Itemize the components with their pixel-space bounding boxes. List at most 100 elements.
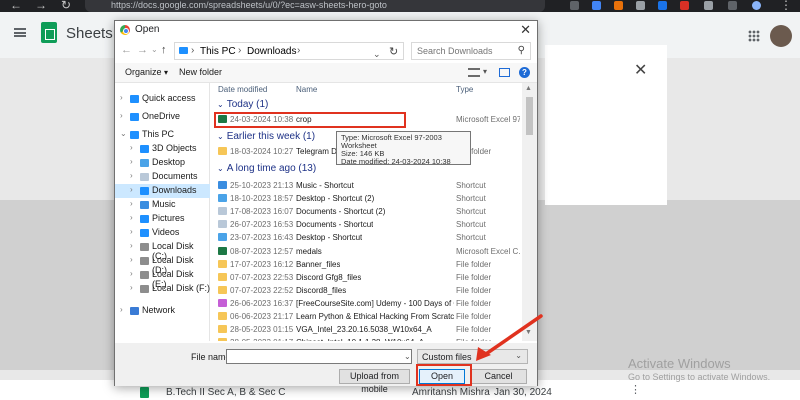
organize-menu[interactable]: Organize ▾ — [125, 67, 168, 77]
file-row[interactable]: 17-07-2023 16:12 Banner_files File folder — [215, 258, 521, 271]
forward-icon[interactable]: → — [35, 0, 47, 11]
sidebar-item-desktop[interactable]: › Desktop — [115, 156, 210, 170]
chevron-right-icon[interactable]: › — [120, 93, 123, 102]
chevron-down-icon[interactable]: ⌄ — [120, 129, 127, 138]
sidebar-toggle-icon[interactable] — [728, 1, 737, 10]
chevron-right-icon[interactable]: › — [130, 143, 133, 152]
back-icon[interactable]: ← — [10, 0, 22, 11]
file-row[interactable]: 28-05-2023 01:17Chipset_Intel_10.1.1.38_… — [215, 336, 521, 341]
file-type-select[interactable]: Custom files ⌄ — [417, 349, 528, 364]
avatar[interactable] — [770, 25, 792, 47]
sidebar-item-local-disk-f[interactable]: › Local Disk (F:) — [115, 282, 210, 296]
chevron-right-icon[interactable]: › — [130, 255, 133, 264]
vertical-scrollbar[interactable]: ▲ ▼ — [522, 83, 537, 341]
path-breadcrumb[interactable]: › This PC › Downloads › ⌄ — [174, 42, 404, 60]
address-bar[interactable]: https://docs.google.com/spreadsheets/u/0… — [85, 0, 545, 12]
chevron-down-icon[interactable]: ⌄ — [373, 49, 381, 60]
extension-icon[interactable] — [680, 1, 689, 10]
column-name[interactable]: Name — [296, 85, 317, 94]
profile-icon[interactable] — [752, 1, 761, 10]
file-row[interactable]: 28-05-2023 01:15 VGA_Intel_23.20.16.5038_… — [215, 323, 521, 336]
file-row[interactable]: 17-08-2023 16:07 Documents - Shortcut (2)… — [215, 205, 521, 218]
sidebar-item-onedrive[interactable]: › OneDrive — [115, 110, 210, 124]
extensions-puzzle-icon[interactable] — [704, 1, 713, 10]
extension-icon[interactable] — [592, 1, 601, 10]
scroll-up-icon[interactable]: ▲ — [525, 85, 532, 92]
recent-file-name[interactable]: B.Tech II Sec A, B & Sec C — [166, 387, 286, 398]
chevron-right-icon[interactable]: › — [130, 185, 133, 194]
group-today[interactable]: ⌄ Today (1) — [217, 99, 268, 110]
sidebar-item-music[interactable]: › Music — [115, 198, 210, 212]
sidebar-item-videos[interactable]: › Videos — [115, 226, 210, 240]
chevron-down-icon[interactable]: ⌄ — [404, 352, 411, 361]
view-options-icon[interactable] — [468, 68, 480, 77]
preview-pane-icon[interactable] — [499, 68, 510, 77]
sidebar-item-pictures[interactable]: › Pictures — [115, 212, 210, 226]
sidebar-item-local-disk-d[interactable]: › Local Disk (D:) — [115, 254, 210, 275]
sidebar-item-local-disk-e[interactable]: › Local Disk (E:) — [115, 268, 210, 289]
breadcrumb-item[interactable]: This PC — [200, 46, 236, 57]
scroll-down-icon[interactable]: ▼ — [525, 329, 532, 336]
chevron-down-icon: ⌄ — [217, 100, 224, 109]
chevron-right-icon[interactable]: › — [130, 269, 133, 278]
file-row[interactable]: 07-07-2023 22:52 Discord8_files File folde… — [215, 284, 521, 297]
main-menu-icon[interactable] — [14, 28, 26, 37]
chevron-right-icon[interactable]: › — [130, 213, 133, 222]
chevron-right-icon[interactable]: › — [130, 157, 133, 166]
scroll-thumb[interactable] — [526, 97, 533, 135]
group-earlier-this-week[interactable]: ⌄ Earlier this week (1) — [217, 131, 315, 142]
breadcrumb-item[interactable]: Downloads — [247, 46, 296, 57]
recent-locations-icon[interactable]: ⌄ — [151, 45, 158, 54]
search-box[interactable]: ⚲ — [411, 42, 531, 60]
chevron-right-icon[interactable]: › — [130, 241, 133, 250]
chevron-down-icon[interactable]: ▾ — [483, 67, 487, 76]
back-icon[interactable]: ← — [121, 44, 132, 56]
file-name-input[interactable] — [226, 349, 412, 364]
upload-from-mobile-button[interactable]: Upload from mobile — [339, 369, 410, 394]
cancel-button[interactable]: Cancel — [470, 369, 527, 384]
sidebar-item-documents[interactable]: › Documents — [115, 170, 210, 184]
group-long-time-ago[interactable]: ⌄ A long time ago (13) — [217, 163, 316, 174]
file-row[interactable]: 18-10-2023 18:57 Desktop - Shortcut (2) Sh… — [215, 192, 521, 205]
sidebar-item-this-pc[interactable]: ⌄ This PC — [115, 128, 210, 142]
file-row[interactable]: 26-07-2023 16:53 Documents - Shortcut Shor… — [215, 218, 521, 231]
activate-windows-subtitle: Go to Settings to activate Windows. — [628, 372, 771, 382]
column-date-modified[interactable]: Date modified — [218, 85, 267, 94]
file-row[interactable]: 23-07-2023 16:43 Desktop - Shortcut Shortc… — [215, 231, 521, 244]
chevron-right-icon[interactable]: › — [130, 227, 133, 236]
column-type[interactable]: Type — [456, 85, 473, 94]
new-folder-button[interactable]: New folder — [179, 67, 222, 77]
close-icon[interactable]: ✕ — [634, 60, 647, 80]
file-row[interactable]: 26-06-2023 16:37 [FreeCourseSite.com] Ude… — [215, 297, 521, 310]
more-options-icon[interactable]: ⋮ — [630, 383, 641, 396]
chevron-right-icon[interactable]: › — [130, 171, 133, 180]
sidebar-item-local-disk-c[interactable]: › Local Disk (C:) — [115, 240, 210, 261]
reload-icon[interactable]: ↻ — [61, 0, 71, 11]
extension-icon[interactable] — [614, 1, 623, 10]
sidebar-item-downloads[interactable]: › Downloads — [115, 184, 210, 198]
extension-icon[interactable] — [636, 1, 645, 10]
chevron-right-icon[interactable]: › — [120, 111, 123, 120]
chevron-right-icon[interactable]: › — [130, 283, 133, 292]
sidebar-item-3d-objects[interactable]: › 3D Objects — [115, 142, 210, 156]
close-icon[interactable]: ✕ — [520, 22, 531, 38]
sheets-logo-icon[interactable] — [41, 22, 57, 43]
search-input[interactable] — [412, 43, 512, 59]
refresh-icon[interactable]: ↻ — [389, 45, 398, 58]
google-apps-icon[interactable] — [748, 30, 760, 42]
extension-icon[interactable] — [570, 1, 579, 10]
documents-shortcut-icon — [218, 207, 227, 216]
chevron-right-icon[interactable]: › — [120, 305, 123, 314]
forward-icon[interactable]: → — [137, 44, 148, 56]
sidebar-item-network[interactable]: › Network — [115, 304, 210, 318]
extension-icon[interactable] — [658, 1, 667, 10]
file-row[interactable]: 07-07-2023 22:53 Discord Gfg8_files File f… — [215, 271, 521, 284]
browser-menu-icon[interactable]: ⋮ — [780, 0, 792, 11]
file-row[interactable]: 25-10-2023 21:13 Music - Shortcut Shortcut — [215, 179, 521, 192]
sidebar-item-quick-access[interactable]: › Quick access — [115, 92, 210, 106]
file-row[interactable]: 08-07-2023 12:57 medals Microsoft Excel C.… — [215, 245, 521, 258]
file-row[interactable]: 06-06-2023 21:17 Learn Python & Ethical H… — [215, 310, 521, 323]
help-icon[interactable]: ? — [519, 67, 530, 78]
chevron-right-icon[interactable]: › — [130, 199, 133, 208]
up-folder-icon[interactable]: ↑ — [161, 44, 167, 56]
